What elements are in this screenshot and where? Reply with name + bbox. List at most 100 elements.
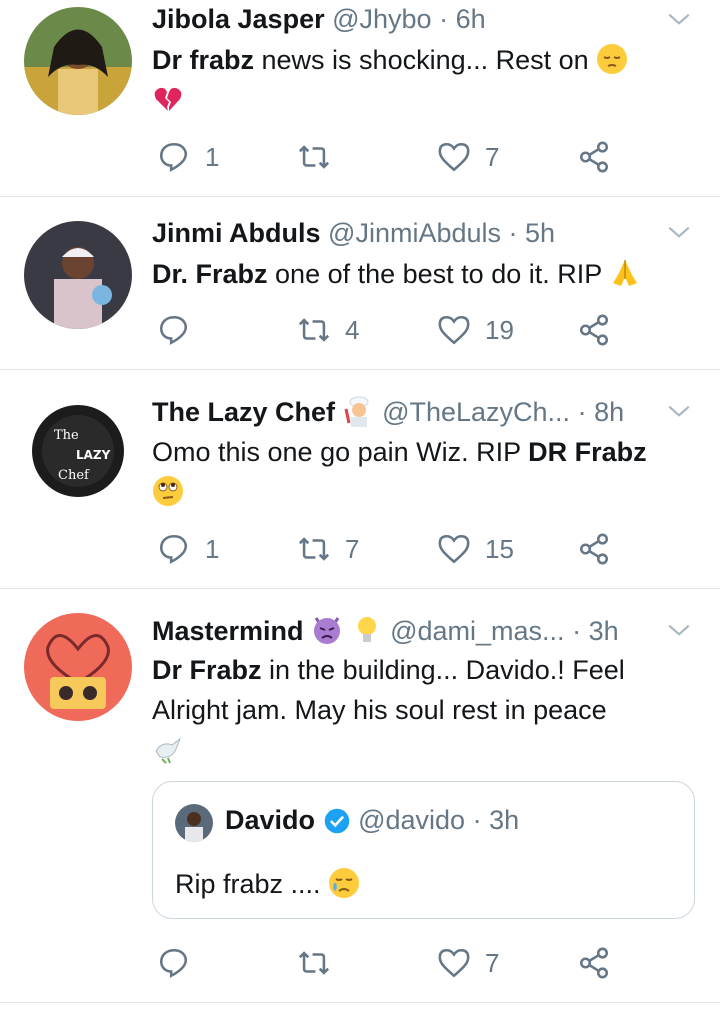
- separator-dot: ·: [439, 4, 449, 34]
- retweet-button[interactable]: [297, 137, 345, 177]
- share-icon: [579, 947, 609, 979]
- tweet[interactable]: Jinmi Abduls @JinmiAbduls · 5h Dr. Frabz…: [0, 197, 720, 370]
- heart-icon: [438, 142, 470, 172]
- cook-icon: [344, 396, 369, 427]
- share-button[interactable]: [577, 310, 611, 350]
- tweet-text: Dr frabz news is shocking... Rest on: [152, 40, 692, 120]
- mention-text: Dr. Frabz: [152, 259, 268, 289]
- dove-icon: [155, 737, 182, 764]
- tweet-text-content: Omo this one go pain Wiz. RIP: [152, 437, 529, 467]
- quoted-user-handle[interactable]: @davido: [358, 805, 465, 835]
- reply-button[interactable]: 1: [157, 137, 219, 177]
- retweet-icon: [298, 318, 330, 342]
- tweet-text-line2: Alright jam. May his soul rest in peace: [152, 695, 607, 725]
- separator-dot: ·: [572, 616, 582, 646]
- timestamp[interactable]: 6h: [456, 4, 486, 34]
- display-name[interactable]: Jibola Jasper: [152, 4, 325, 34]
- reply-count: 1: [205, 533, 220, 564]
- timestamp[interactable]: 8h: [594, 397, 624, 427]
- like-button[interactable]: 19: [437, 310, 514, 350]
- display-name[interactable]: Jinmi Abduls: [152, 218, 321, 248]
- share-icon: [579, 533, 609, 565]
- pensive-face-icon: [597, 44, 628, 74]
- quoted-tweet[interactable]: Davido @davido · 3h Rip frabz ....: [152, 781, 695, 919]
- tweet-text: Dr. Frabz one of the best to do it. RIP: [152, 254, 692, 294]
- avatar[interactable]: [24, 221, 132, 329]
- light-bulb-icon: [357, 617, 376, 642]
- avatar[interactable]: The LAZY Chef: [24, 397, 132, 505]
- reply-button[interactable]: [157, 943, 205, 983]
- chevron-down-icon[interactable]: [666, 398, 692, 424]
- avatar[interactable]: [24, 7, 132, 115]
- avatar[interactable]: [24, 613, 132, 721]
- tweet-text: Dr Frabz in the building... Davido.! Fee…: [152, 650, 692, 770]
- tweet-actions: 4 19: [152, 310, 622, 350]
- reply-icon: [159, 315, 188, 345]
- tweet-text-content: news is shocking... Rest on: [254, 45, 597, 75]
- mention-text: DR Frabz: [528, 437, 647, 467]
- chevron-down-icon[interactable]: [666, 219, 692, 245]
- heart-icon: [438, 534, 470, 564]
- retweet-icon: [298, 951, 330, 975]
- heart-icon: [438, 315, 470, 345]
- chevron-down-icon[interactable]: [666, 617, 692, 643]
- reply-icon: [159, 948, 188, 978]
- like-count: 7: [485, 947, 500, 978]
- display-name[interactable]: The Lazy Chef: [152, 397, 335, 427]
- svg-text:The: The: [54, 428, 79, 443]
- svg-text:LAZY: LAZY: [76, 448, 111, 462]
- quoted-text-content: Rip frabz ....: [175, 869, 329, 899]
- mention-text: Dr Frabz: [152, 655, 262, 685]
- share-icon: [579, 314, 609, 346]
- quoted-text: Rip frabz ....: [175, 864, 360, 904]
- tweet[interactable]: The LAZY Chef The Lazy Chef @TheLazyCh... …: [0, 370, 720, 589]
- quoted-avatar[interactable]: [175, 804, 213, 842]
- share-button[interactable]: [577, 943, 611, 983]
- separator-dot: ·: [472, 805, 482, 835]
- folded-hands-icon: [613, 260, 638, 286]
- tweet-header: The Lazy Chef @TheLazyCh... · 8h: [152, 394, 672, 430]
- mention-text: Dr frabz: [152, 45, 255, 75]
- user-handle[interactable]: @Jhybo: [332, 4, 431, 34]
- verified-badge-icon: [324, 808, 349, 834]
- heart-icon: [438, 948, 470, 978]
- user-handle[interactable]: @JinmiAbduls: [328, 218, 501, 248]
- reply-button[interactable]: 1: [157, 529, 219, 569]
- timestamp[interactable]: 3h: [589, 616, 619, 646]
- broken-heart-icon: [154, 87, 182, 111]
- timestamp[interactable]: 5h: [525, 218, 555, 248]
- reply-button[interactable]: [157, 310, 205, 350]
- display-name[interactable]: Mastermind: [152, 616, 304, 646]
- retweet-button[interactable]: [297, 943, 345, 983]
- separator-dot: ·: [508, 218, 518, 248]
- like-button[interactable]: 7: [437, 137, 499, 177]
- like-count: 7: [485, 141, 500, 172]
- tweet-actions: 1 7: [152, 137, 622, 177]
- angry-devil-icon: [314, 617, 341, 644]
- quoted-header: Davido @davido · 3h: [225, 802, 519, 838]
- chevron-down-icon[interactable]: [666, 6, 692, 32]
- user-handle[interactable]: @TheLazyCh...: [382, 397, 570, 427]
- reply-icon: [159, 142, 188, 172]
- retweet-button[interactable]: 7: [297, 529, 359, 569]
- tweet-actions: 1 7 15: [152, 529, 622, 569]
- tweet[interactable]: Jibola Jasper @Jhybo · 6h Dr frabz news …: [0, 0, 720, 197]
- quoted-timestamp: 3h: [489, 805, 520, 835]
- like-button[interactable]: 7: [437, 943, 499, 983]
- reply-count: 1: [205, 141, 220, 172]
- crying-face-icon: [329, 868, 360, 898]
- tweet-actions: 7: [152, 943, 622, 983]
- svg-text:Chef: Chef: [58, 468, 90, 483]
- reply-icon: [159, 534, 188, 564]
- share-button[interactable]: [577, 529, 611, 569]
- retweet-button[interactable]: 4: [297, 310, 359, 350]
- user-handle[interactable]: @dami_mas...: [390, 616, 564, 646]
- quoted-display-name[interactable]: Davido: [225, 805, 315, 835]
- retweet-count: 7: [345, 533, 360, 564]
- retweet-icon: [298, 145, 330, 169]
- separator-dot: ·: [577, 397, 587, 427]
- tweet[interactable]: Mastermind @dami_mas... · 3h Dr Frabz in…: [0, 589, 720, 1003]
- tweet-header: Jibola Jasper @Jhybo · 6h: [152, 1, 672, 37]
- share-button[interactable]: [577, 137, 611, 177]
- like-button[interactable]: 15: [437, 529, 514, 569]
